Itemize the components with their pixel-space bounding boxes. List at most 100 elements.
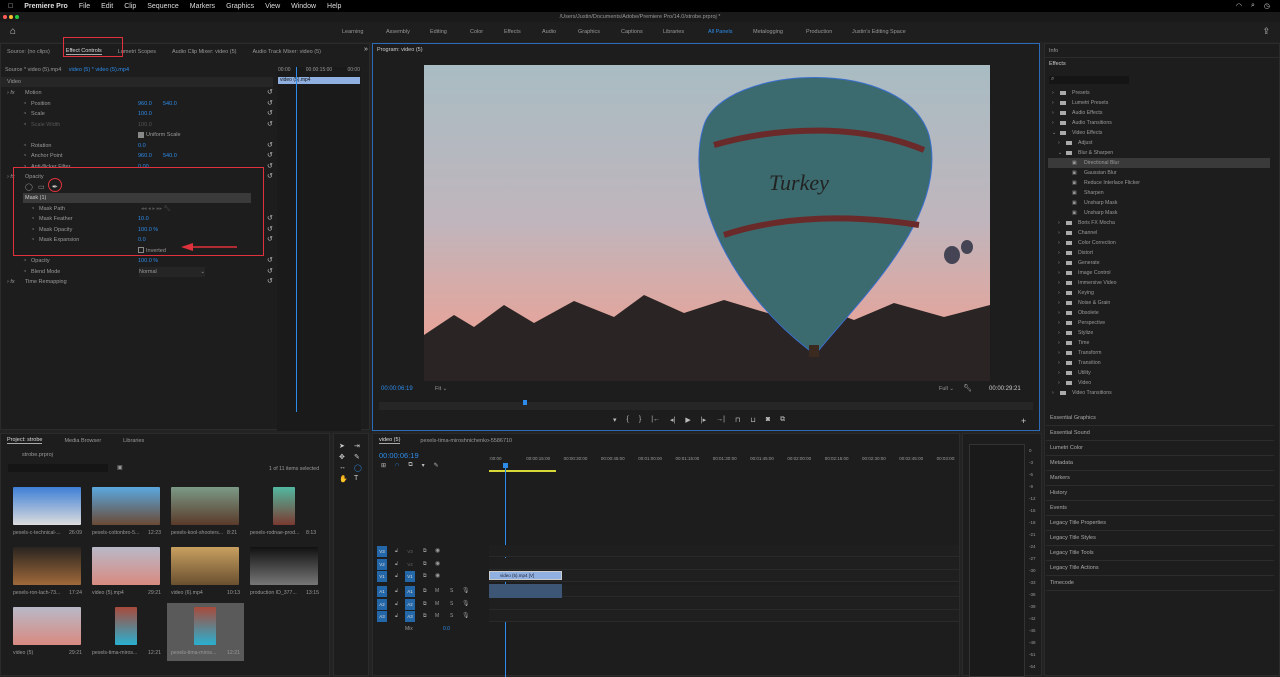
property-value-2[interactable]: 540.0 [163, 99, 177, 109]
tab-left-panel[interactable]: Source: (no clips) [7, 49, 50, 55]
linked-selection-icon[interactable]: ⧉ [408, 462, 412, 469]
media-name[interactable]: video (6).mp4 [171, 590, 203, 596]
expand-chevron-icon[interactable]: ⌄ [1058, 148, 1062, 158]
track-target-button[interactable]: A2 [405, 598, 415, 610]
workspace-tab[interactable]: Libraries [663, 29, 684, 35]
microphone-icon[interactable]: 🎙︎ [462, 587, 470, 594]
nest-icon[interactable]: ⊞ [381, 462, 386, 469]
track-target-button[interactable]: A1 [405, 586, 415, 597]
expand-chevron-icon[interactable]: › [1058, 288, 1060, 298]
source-clip-label[interactable]: Source * video (5).mp4 [5, 67, 61, 73]
apple-icon[interactable]:  [8, 3, 13, 10]
expand-chevron-icon[interactable]: › [1052, 388, 1054, 398]
stopwatch-icon[interactable]: ◔ [23, 151, 26, 161]
wrench-icon[interactable]: 🔧︎ [963, 384, 972, 392]
program-timecode[interactable]: 00:00:06:19 [381, 386, 413, 392]
solo-button[interactable]: S [450, 613, 453, 619]
menu-edit[interactable]: Edit [101, 3, 113, 10]
property-value[interactable]: 100.0 [138, 109, 152, 119]
lock-icon[interactable]: 🔓︎ [395, 561, 398, 567]
panel-list-item[interactable]: History [1046, 486, 1274, 501]
expand-chevron-icon[interactable]: › [1058, 338, 1060, 348]
reset-icon[interactable]: ↺ [267, 256, 273, 266]
property-value-2[interactable]: 540.0 [163, 151, 177, 161]
property-value[interactable]: 960.0 [138, 151, 152, 161]
stopwatch-icon[interactable]: ◔ [23, 99, 26, 109]
expand-chevron-icon[interactable]: › [1058, 138, 1060, 148]
effects-tree-item[interactable]: › Channel [1048, 228, 1270, 238]
sync-lock-icon[interactable]: ⧉ [423, 573, 427, 579]
eye-icon[interactable]: ◉ [435, 572, 440, 579]
media-name[interactable]: video (5).mp4 [92, 590, 124, 596]
menu-sequence[interactable]: Sequence [147, 3, 179, 10]
menu-clip[interactable]: Clip [124, 3, 136, 10]
reset-icon[interactable]: ↺ [267, 88, 273, 98]
effects-tree-item[interactable]: › Image Control [1048, 268, 1270, 278]
media-name[interactable]: production ID_377... [250, 590, 297, 596]
video-clip[interactable]: video (5).mp4 [V] [489, 571, 562, 580]
reset-icon[interactable]: ↺ [267, 277, 273, 287]
stopwatch-icon[interactable]: ◔ [23, 120, 26, 130]
info-panel-header[interactable]: Info [1045, 44, 1279, 58]
mini-clip[interactable]: video (5).mp4 [278, 77, 360, 84]
reset-icon[interactable]: ↺ [267, 235, 273, 245]
stopwatch-icon[interactable]: ◔ [23, 256, 26, 266]
workspace-tab[interactable]: Assembly [386, 29, 410, 35]
effects-tree-item[interactable]: › Noise & Grain [1048, 298, 1270, 308]
compare-icon[interactable]: ⧉ [780, 416, 785, 424]
effects-tree-item[interactable]: ▣ Directional Blur [1048, 158, 1270, 168]
mini-playhead[interactable] [296, 67, 297, 412]
sync-lock-icon[interactable]: ⧉ [423, 548, 427, 554]
reset-icon[interactable]: ↺ [267, 225, 273, 235]
minimize-window-button[interactable] [9, 15, 13, 19]
source-patch-button[interactable]: V3 [377, 546, 387, 557]
sync-lock-icon[interactable]: ⧉ [423, 613, 427, 619]
tab-left-panel[interactable]: Audio Track Mixer: video (5) [253, 49, 321, 55]
mark-out-icon[interactable]: } [639, 416, 641, 424]
track-target-button[interactable]: A3 [405, 611, 415, 622]
menu-view[interactable]: View [265, 3, 280, 10]
reset-icon[interactable]: ↺ [267, 162, 273, 172]
uniform-scale-checkbox[interactable]: Uniform Scale [138, 130, 181, 140]
effects-tree-item[interactable]: › Presets [1048, 88, 1270, 98]
panel-list-item[interactable]: Legacy Title Properties [1046, 516, 1274, 531]
tab-sequence[interactable]: pexels-tima-miroshnichenko-5586710 [420, 438, 512, 444]
media-name[interactable]: pexels-kool-shooters... [171, 530, 223, 536]
expand-chevron-icon[interactable]: › [1058, 218, 1060, 228]
eye-icon[interactable]: ◉ [435, 560, 440, 567]
sync-lock-icon[interactable]: ⧉ [423, 561, 427, 567]
effects-tree-item[interactable]: › Transition [1048, 358, 1270, 368]
media-name[interactable]: pexels-rodnae-prod... [250, 530, 299, 536]
play-icon[interactable]: ▶ [685, 416, 690, 424]
media-name[interactable]: pexels-cottonbro-5... [92, 530, 139, 536]
media-name[interactable]: pexels-ron-lach-73... [13, 590, 60, 596]
effects-tree-item[interactable]: › Stylize [1048, 328, 1270, 338]
track-select-tool-icon[interactable]: ⇥ [354, 442, 366, 450]
track-target-button[interactable]: V2 [405, 559, 415, 570]
sync-lock-icon[interactable]: ⧉ [423, 601, 427, 607]
effects-panel-header[interactable]: Effects [1045, 58, 1279, 70]
playhead-handle[interactable] [503, 463, 508, 468]
effects-tree-item[interactable]: ▣ Unsharp Mask [1048, 198, 1270, 208]
reset-icon[interactable]: ↺ [267, 120, 273, 130]
expand-chevron-icon[interactable]: › [1058, 348, 1060, 358]
workspace-tab[interactable]: All Panels [708, 29, 732, 35]
expand-chevron-icon[interactable]: › [1058, 248, 1060, 258]
effects-tree-item[interactable]: › Lumetri Presets [1048, 98, 1270, 108]
go-to-out-icon[interactable]: →| [716, 416, 725, 424]
type-tool-icon[interactable]: T [354, 475, 366, 483]
search-icon[interactable]: ⌕ [1251, 2, 1255, 10]
effects-tree-item[interactable]: › Utility [1048, 368, 1270, 378]
panel-list-item[interactable]: Events [1046, 501, 1274, 516]
reset-icon[interactable]: ↺ [267, 99, 273, 109]
media-thumbnail[interactable] [171, 547, 239, 585]
expand-chevron-icon[interactable]: › [1052, 118, 1054, 128]
stopwatch-icon[interactable]: ◔ [23, 109, 26, 119]
reset-icon[interactable]: ↺ [267, 151, 273, 161]
snap-icon[interactable]: ∩ [395, 462, 399, 469]
solo-button[interactable]: S [450, 601, 453, 607]
expand-chevron-icon[interactable]: › [1058, 258, 1060, 268]
settings-wrench-icon[interactable]: ✎ [434, 462, 439, 469]
effects-search-input[interactable]: ⌕ [1049, 76, 1129, 84]
tab-sequence[interactable]: video (5) [379, 437, 401, 444]
